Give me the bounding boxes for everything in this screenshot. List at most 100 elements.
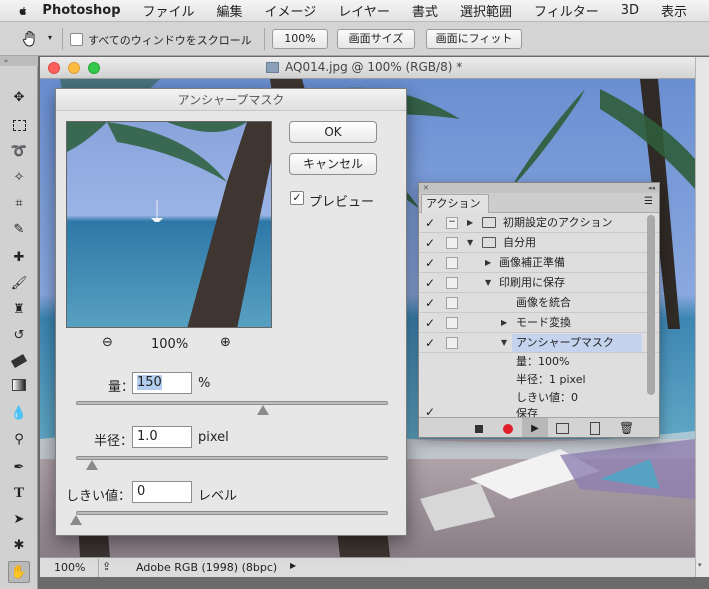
expand-triangle-icon[interactable]: ▶ <box>485 253 491 273</box>
menu-image[interactable]: イメージ <box>265 1 317 20</box>
collapse-panel-icon[interactable]: ◂◂ <box>648 183 655 193</box>
action-row[interactable]: ✓ ▶ 画像補正準備 <box>419 253 659 273</box>
fit-screen-button[interactable]: 画面にフィット <box>426 29 522 49</box>
collapse-triangle-icon[interactable]: ▼ <box>501 333 507 353</box>
toggle-check[interactable]: ✓ <box>425 253 435 273</box>
brush-tool-icon[interactable]: 🖌 <box>8 272 30 294</box>
app-menu[interactable]: Photoshop <box>42 3 120 18</box>
dialog-toggle-icon[interactable] <box>446 277 458 289</box>
vertical-scrollbar[interactable]: ▾ <box>695 57 709 577</box>
radius-input[interactable]: 1.0 <box>132 426 192 448</box>
toggle-check[interactable]: ✓ <box>425 313 435 333</box>
zoom-100-button[interactable]: 100% <box>272 29 328 49</box>
stop-recording-icon[interactable] <box>475 425 483 433</box>
amount-input[interactable]: 150 <box>132 372 192 394</box>
record-icon[interactable] <box>503 424 513 434</box>
menu-edit[interactable]: 編集 <box>217 1 243 20</box>
hand-tool-icon[interactable]: ✋ <box>8 561 30 583</box>
collapse-triangle-icon[interactable]: ▼ <box>467 233 473 253</box>
maximize-window-icon[interactable] <box>88 62 100 74</box>
custom-shape-tool-icon[interactable]: ✱ <box>8 534 30 556</box>
radius-slider-track[interactable] <box>76 456 388 460</box>
status-menu-arrow-icon[interactable]: ▶ <box>290 561 296 570</box>
cancel-button[interactable]: キャンセル <box>289 153 377 175</box>
toggle-check[interactable]: ✓ <box>425 233 435 253</box>
share-icon[interactable]: ⇪ <box>102 560 111 573</box>
minimize-window-icon[interactable] <box>68 62 80 74</box>
ok-button[interactable]: OK <box>289 121 377 143</box>
gradient-tool-icon[interactable] <box>8 374 30 396</box>
toggle-check[interactable]: ✓ <box>425 273 435 293</box>
toggle-check[interactable]: ✓ <box>425 213 435 233</box>
dialog-toggle-icon[interactable] <box>446 237 458 249</box>
crop-tool-icon[interactable]: ⌗ <box>8 192 30 214</box>
marquee-tool-icon[interactable] <box>8 114 30 136</box>
stamp-tool-icon[interactable]: ♜ <box>8 298 30 320</box>
menu-layer[interactable]: レイヤー <box>338 1 390 20</box>
scroll-down-icon[interactable]: ▾ <box>698 561 706 575</box>
healing-brush-tool-icon[interactable]: ✚ <box>8 246 30 268</box>
dialog-toggle-icon[interactable]: − <box>446 217 458 229</box>
dialog-toggle-icon[interactable] <box>446 297 458 309</box>
collapse-triangle-icon[interactable]: ▼ <box>485 273 491 293</box>
action-row[interactable]: ✓ ▶ モード変換 <box>419 313 659 333</box>
screen-size-button[interactable]: 画面サイズ <box>337 29 415 49</box>
threshold-slider-thumb[interactable] <box>70 515 82 525</box>
hand-tool-icon[interactable] <box>20 29 40 49</box>
dialog-toggle-icon[interactable] <box>446 317 458 329</box>
zoom-out-icon[interactable]: ⊖ <box>102 335 113 350</box>
eraser-tool-icon[interactable] <box>8 350 30 372</box>
panel-collapse-icon[interactable]: » <box>0 56 38 66</box>
filter-preview[interactable] <box>66 121 272 328</box>
play-icon[interactable]: ▶ <box>522 418 548 437</box>
amount-slider-thumb[interactable] <box>257 405 270 415</box>
menu-filter[interactable]: フィルター <box>534 1 599 20</box>
threshold-slider-track[interactable] <box>76 511 388 515</box>
action-row[interactable]: ✓ ▼ 印刷用に保存 <box>419 273 659 293</box>
magic-wand-tool-icon[interactable]: ✧ <box>8 166 30 188</box>
scroll-all-windows-checkbox[interactable] <box>70 33 83 46</box>
type-tool-icon[interactable]: T <box>8 482 30 504</box>
dialog-toggle-icon[interactable] <box>446 337 458 349</box>
menu-3d[interactable]: 3D <box>621 3 639 18</box>
apple-icon[interactable] <box>18 3 28 19</box>
action-row[interactable]: ✓ ▼ アンシャープマスク <box>419 333 659 353</box>
lasso-tool-icon[interactable]: ➰ <box>8 140 30 162</box>
menu-type[interactable]: 書式 <box>412 1 438 20</box>
expand-triangle-icon[interactable]: ▶ <box>467 213 473 233</box>
close-panel-icon[interactable]: ✕ <box>423 183 429 193</box>
dodge-tool-icon[interactable]: ⚲ <box>8 428 30 450</box>
pen-tool-icon[interactable]: ✒ <box>8 456 30 478</box>
radius-slider-thumb[interactable] <box>85 460 98 470</box>
action-row[interactable]: ✓ ▼ 自分用 <box>419 233 659 253</box>
zoom-in-icon[interactable]: ⊕ <box>220 335 231 350</box>
toggle-check[interactable]: ✓ <box>425 333 435 353</box>
dialog-toggle-icon[interactable] <box>446 257 458 269</box>
status-zoom[interactable]: 100% <box>54 561 85 574</box>
path-selection-tool-icon[interactable]: ➤ <box>8 508 30 530</box>
menu-select[interactable]: 選択範囲 <box>460 1 512 20</box>
expand-triangle-icon[interactable]: ▶ <box>501 313 507 333</box>
menu-file[interactable]: ファイル <box>143 1 195 20</box>
actions-scrollbar[interactable] <box>647 215 655 395</box>
menu-view[interactable]: 表示 <box>661 1 687 20</box>
history-brush-tool-icon[interactable]: ↺ <box>8 324 30 346</box>
threshold-input[interactable]: 0 <box>132 481 192 503</box>
trash-icon[interactable]: 🗑 <box>619 421 634 435</box>
tab-actions[interactable]: アクション <box>421 194 489 213</box>
amount-slider-track[interactable] <box>76 401 388 405</box>
action-row[interactable]: ✓ 保存 <box>419 407 659 417</box>
new-action-icon[interactable] <box>590 422 600 435</box>
close-window-icon[interactable] <box>48 62 60 74</box>
move-tool-icon[interactable]: ✥ <box>8 86 30 108</box>
panel-menu-icon[interactable]: ☰ <box>644 196 653 207</box>
toggle-check[interactable]: ✓ <box>425 293 435 313</box>
action-row[interactable]: ✓ 画像を統合 <box>419 293 659 313</box>
tool-preset-chevron-icon[interactable]: ▾ <box>48 33 52 42</box>
blur-tool-icon[interactable]: 💧 <box>8 402 30 424</box>
eyedropper-tool-icon[interactable]: ✎ <box>8 218 30 240</box>
new-set-folder-icon[interactable] <box>556 423 569 434</box>
preview-checkbox[interactable]: ✓ <box>290 191 304 205</box>
toggle-check[interactable]: ✓ <box>425 407 435 417</box>
action-row[interactable]: ✓ − ▶ 初期設定のアクション <box>419 213 659 233</box>
